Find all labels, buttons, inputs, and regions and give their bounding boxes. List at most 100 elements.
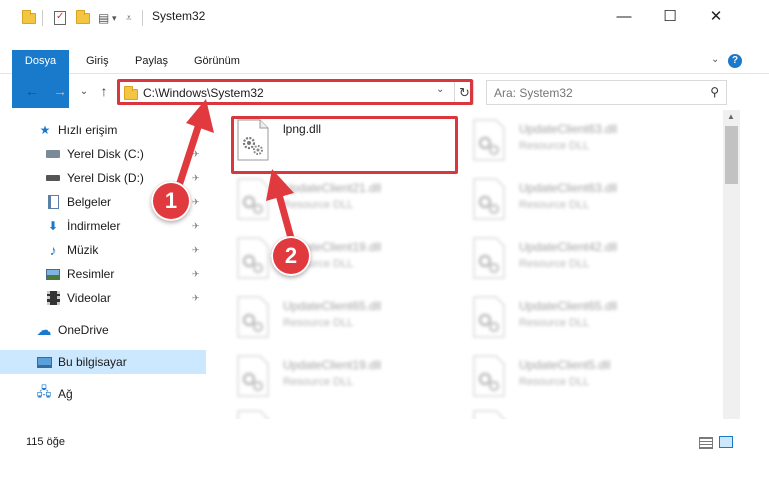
sidebar-item-this-pc[interactable]: Bu bilgisayar (0, 350, 206, 374)
file-name: UpdateClient65.dll (519, 299, 618, 313)
tab-view[interactable]: Görünüm (184, 50, 250, 73)
file-name: UpdateClient65.dll (283, 299, 382, 313)
sidebar-item-pictures[interactable]: Resimler ✈ (0, 263, 206, 285)
file-description: Resource DLL (519, 140, 590, 152)
file-name: UpdateClient63.dll (519, 181, 618, 195)
dll-file-icon (473, 119, 505, 161)
forward-button[interactable]: → (52, 83, 68, 99)
scrollbar-thumb[interactable] (725, 126, 738, 184)
up-button[interactable]: ↑ (96, 83, 112, 99)
file-name: UpdateClient63.dll (519, 122, 618, 136)
sidebar-item-onedrive[interactable]: ☁ OneDrive (0, 319, 206, 341)
sidebar-item-label: Yerel Disk (C:) (67, 147, 144, 161)
refresh-button[interactable]: ↻ (454, 81, 474, 104)
dll-file-icon (237, 119, 269, 161)
drive-icon (45, 171, 61, 185)
file-item[interactable] (472, 410, 702, 419)
file-item[interactable]: UpdateClient65.dll Resource DLL (236, 296, 466, 354)
pin-icon[interactable]: ✈ (192, 293, 200, 304)
recent-locations-button[interactable]: ⌄ (76, 83, 92, 99)
file-item[interactable]: UpdateClient65.dll Resource DLL (472, 296, 702, 354)
dll-file-icon (473, 178, 505, 220)
file-item[interactable]: UpdateClient63.dll Resource DLL (472, 178, 702, 236)
close-button[interactable]: ✕ (693, 0, 739, 32)
pin-icon[interactable]: ✈ (192, 221, 200, 232)
videos-icon (45, 291, 61, 305)
documents-icon (45, 195, 61, 209)
sidebar-item-label: Ağ (58, 387, 73, 401)
large-icons-view-icon[interactable] (719, 436, 733, 448)
properties-icon[interactable] (54, 10, 66, 26)
sidebar-item-network[interactable]: 🖧 Ağ (0, 383, 206, 405)
search-input[interactable] (487, 81, 702, 104)
dll-file-icon (237, 410, 269, 419)
view-options-icon[interactable]: ▤ (98, 10, 109, 26)
star-icon: ★ (39, 123, 51, 137)
sidebar-item-label: Müzik (67, 243, 99, 257)
file-item[interactable] (236, 410, 466, 419)
view-options-dropdown[interactable]: ▾ (112, 10, 117, 26)
drive-icon (45, 147, 61, 161)
file-item[interactable]: UpdateClient5.dll Resource DLL (472, 355, 702, 413)
dll-file-icon (237, 355, 269, 397)
file-description: Resource DLL (519, 317, 590, 329)
file-item[interactable]: UpdateClient42.dll Resource DLL (472, 237, 702, 295)
cloud-icon: ☁ (36, 322, 52, 339)
details-view-icon[interactable] (699, 437, 713, 449)
search-box[interactable]: ⚲ (486, 80, 727, 105)
tab-share[interactable]: Paylaş (125, 50, 178, 73)
dll-file-icon (237, 296, 269, 338)
dll-file-icon (473, 296, 505, 338)
pin-icon[interactable]: ✈ (192, 269, 200, 280)
sidebar-item-label: Videolar (67, 291, 111, 305)
file-description: Resource DLL (519, 199, 590, 211)
file-description: Resource DLL (519, 376, 590, 388)
customize-quick-access-icon[interactable]: ⩡ (126, 10, 132, 26)
pin-icon[interactable]: ✈ (192, 245, 200, 256)
dll-file-icon (473, 237, 505, 279)
file-name: lpng.dll (283, 122, 322, 136)
tab-home[interactable]: Giriş (76, 50, 119, 73)
separator (142, 10, 143, 26)
sidebar-item-label: Belgeler (67, 195, 112, 209)
file-description: Resource DLL (519, 258, 590, 270)
callout-badge-1: 1 (151, 181, 191, 221)
sidebar-item-label: Resimler (67, 267, 115, 281)
address-dropdown-icon[interactable]: ⌄ (436, 84, 444, 95)
help-icon[interactable]: ? (728, 54, 742, 68)
pictures-icon (45, 267, 61, 281)
search-icon[interactable]: ⚲ (710, 85, 719, 99)
ribbon-expand-icon[interactable]: ⌄ (711, 54, 719, 65)
maximize-button[interactable]: ☐ (647, 0, 693, 32)
computer-icon (36, 355, 52, 369)
file-item[interactable]: UpdateClient19.dll Resource DLL (236, 355, 466, 413)
item-count: 115 öğe (26, 436, 65, 448)
download-icon: ⬇ (47, 219, 59, 233)
file-name: UpdateClient5.dll (519, 358, 611, 372)
vertical-scrollbar[interactable]: ▲ (723, 110, 740, 419)
file-name: UpdateClient42.dll (519, 240, 618, 254)
tab-file[interactable]: Dosya (12, 50, 69, 108)
sidebar-item-label: OneDrive (58, 323, 109, 337)
new-folder-icon[interactable] (76, 9, 90, 26)
dll-file-icon (473, 410, 505, 419)
back-button[interactable]: ← (24, 83, 40, 99)
scroll-up-icon[interactable]: ▲ (727, 112, 735, 121)
sidebar-item-videos[interactable]: Videolar ✈ (0, 287, 206, 309)
ribbon-tabs: Dosya Giriş Paylaş Görünüm ⌄ ? (0, 50, 769, 108)
sidebar-item-music[interactable]: ♪ Müzik ✈ (0, 239, 206, 261)
dll-file-icon (473, 355, 505, 397)
file-name: UpdateClient19.dll (283, 358, 382, 372)
status-bar: 115 öğe (0, 430, 769, 452)
file-description: Resource DLL (283, 317, 354, 329)
separator (42, 10, 43, 26)
file-item[interactable]: UpdateClient63.dll Resource DLL (472, 119, 702, 177)
sidebar-item-label: Hızlı erişim (58, 123, 118, 137)
window-title: System32 (152, 9, 206, 23)
network-icon: 🖧 (36, 384, 52, 399)
file-description: Resource DLL (283, 376, 354, 388)
minimize-button[interactable]: — (601, 0, 647, 32)
folder-icon (22, 9, 36, 26)
sidebar-item-label: Bu bilgisayar (58, 355, 127, 369)
sidebar-item-label: İndirmeler (67, 219, 121, 233)
